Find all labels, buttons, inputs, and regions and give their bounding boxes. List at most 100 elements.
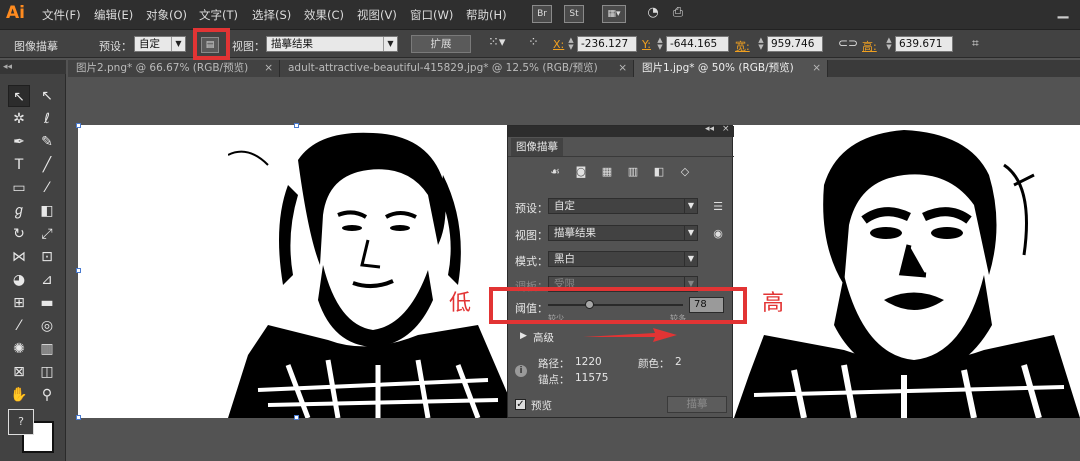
panel-mode-dropdown[interactable]: 黑白 ▼ [548, 251, 698, 267]
black-and-white-icon[interactable]: ◧ [652, 166, 666, 178]
eraser-tool-icon[interactable]: ◧ [36, 200, 58, 222]
symbol-sprayer-tool-icon[interactable]: ✺ [8, 338, 30, 360]
menu-object[interactable]: 对象(O) [146, 7, 187, 23]
direct-selection-tool-icon[interactable]: ↖ [36, 85, 58, 107]
width-tool-icon[interactable]: ⋈ [8, 246, 30, 268]
gradient-tool-icon[interactable]: ▬ [36, 292, 58, 314]
artboard-tool-icon[interactable]: ⊠ [8, 361, 30, 383]
selection-handle[interactable] [76, 268, 81, 273]
column-graph-tool-icon[interactable]: ▥ [36, 338, 58, 360]
blend-tool-icon[interactable]: ◎ [36, 315, 58, 337]
preview-checkbox[interactable]: ✓ [515, 399, 526, 410]
transform-grid-icon[interactable]: ⁘ [528, 35, 539, 50]
view-value: 描摹结果 [271, 38, 313, 50]
grayscale-icon[interactable]: ▥ [626, 166, 640, 178]
paintbrush-tool-icon[interactable]: ⁄ [36, 177, 58, 199]
low-color-icon[interactable]: ▦ [600, 166, 614, 178]
expand-button[interactable]: 扩展 [411, 35, 471, 53]
w-field[interactable]: 959.746 [767, 36, 823, 52]
rotate-tool-icon[interactable]: ↻ [8, 223, 30, 245]
annotation-high: 高 [762, 291, 785, 316]
chevron-down-icon: ▼ [383, 37, 397, 51]
hand-tool-icon[interactable]: ✋ [8, 384, 30, 406]
preset-label: 预设： [99, 40, 132, 53]
selection-handle[interactable] [76, 415, 81, 420]
slice-tool-icon[interactable]: ◫ [36, 361, 58, 383]
menu-view[interactable]: 视图(V) [357, 7, 397, 23]
x-stepper-icon[interactable]: ▲ ▼ [567, 37, 575, 51]
w-stepper-icon[interactable]: ▲ ▼ [757, 37, 765, 51]
preset-menu-icon[interactable]: ☰ [711, 201, 725, 213]
advanced-label[interactable]: 高级 [533, 330, 554, 345]
auto-color-icon[interactable]: ☙ [548, 166, 562, 178]
mesh-tool-icon[interactable]: ⊞ [8, 292, 30, 314]
line-tool-icon[interactable]: ╱ [36, 154, 58, 176]
y-stepper-icon[interactable]: ▲ ▼ [656, 37, 664, 51]
panel-preset-dropdown[interactable]: 自定 ▼ [548, 198, 698, 214]
x-field[interactable]: -236.127 [577, 36, 637, 52]
shape-builder-tool-icon[interactable]: ◕ [8, 269, 30, 291]
toolbox-collapse-icon[interactable]: ◂◂ [0, 60, 66, 74]
zoom-tool-icon[interactable]: ⚲ [36, 384, 58, 406]
panel-preset-value: 自定 [554, 200, 575, 212]
selection-tool-icon[interactable]: ↖ [8, 85, 30, 107]
preset-dropdown[interactable]: 自定 ▼ [134, 36, 186, 52]
close-icon[interactable]: × [264, 60, 273, 77]
chevron-down-icon: ▼ [684, 226, 697, 240]
selection-handle[interactable] [294, 415, 299, 420]
y-label: Y: [642, 38, 651, 51]
tab-label: 图片2.png* @ 66.67% (RGB/预览) [76, 62, 249, 74]
menu-help[interactable]: 帮助(H) [466, 7, 507, 23]
pen-tool-icon[interactable]: ✒ [8, 131, 30, 153]
fill-swatch[interactable]: ? [8, 409, 34, 435]
menu-edit[interactable]: 编辑(E) [94, 7, 133, 23]
curvature-tool-icon[interactable]: ✎ [36, 131, 58, 153]
free-transform-tool-icon[interactable]: ⊡ [36, 246, 58, 268]
rectangle-tool-icon[interactable]: ▭ [8, 177, 30, 199]
selection-handle[interactable] [294, 123, 299, 128]
eyedropper-tool-icon[interactable]: ⁄ [8, 315, 30, 337]
view-dropdown[interactable]: 描摹结果 ▼ [266, 36, 398, 52]
constrain-proportions-icon[interactable]: ⊂⊃ [838, 36, 858, 50]
close-icon[interactable]: × [812, 60, 821, 77]
arrange-documents-icon[interactable]: ▦▾ [602, 5, 626, 23]
minimize-icon[interactable]: ▁ [1046, 0, 1080, 22]
panel-tab-title[interactable]: 图像描摹 [511, 138, 563, 156]
scale-tool-icon[interactable]: ⤢ [36, 223, 58, 245]
bridge-icon[interactable]: Br [532, 5, 552, 23]
high-color-icon[interactable]: ◙ [574, 166, 588, 178]
outline-icon[interactable]: ◇ [678, 166, 692, 178]
stock-icon[interactable]: St [564, 5, 584, 23]
selection-handle[interactable] [76, 123, 81, 128]
menu-file[interactable]: 文件(F) [42, 7, 81, 23]
blob-brush-tool-icon[interactable]: ℊ [8, 200, 30, 222]
control-bar: 图像描摹 预设： 自定 ▼ ▤ 视图： 描摹结果 ▼ 扩展 ⁙▾ ⁘ X: ▲ ▼… [0, 30, 1080, 58]
trace-button[interactable]: 描摹 [667, 396, 727, 413]
h-label: 高: [862, 40, 877, 53]
perspective-grid-tool-icon[interactable]: ⊿ [36, 269, 58, 291]
h-field[interactable]: 639.671 [895, 36, 953, 52]
menu-effect[interactable]: 效果(C) [304, 7, 344, 23]
magic-wand-tool-icon[interactable]: ✲ [8, 108, 30, 130]
close-icon[interactable]: × [722, 124, 730, 134]
type-tool-icon[interactable]: T [8, 154, 30, 176]
menu-window[interactable]: 窗口(W) [410, 7, 453, 23]
gpu-performance-icon[interactable]: ◔ [643, 5, 663, 23]
y-field[interactable]: -644.165 [666, 36, 729, 52]
advanced-toggle-icon[interactable]: ▶ [520, 331, 527, 341]
close-icon[interactable]: × [618, 60, 627, 77]
menu-select[interactable]: 选择(S) [252, 7, 291, 23]
h-stepper-icon[interactable]: ▲ ▼ [885, 37, 893, 51]
panel-header: ◂◂ × [508, 124, 734, 137]
transform-icon[interactable]: ⌗ [972, 36, 979, 51]
eye-icon[interactable]: ◉ [711, 228, 725, 240]
reference-point-icon[interactable]: ⁙▾ [488, 35, 505, 50]
collapse-icon[interactable]: ◂◂ [705, 124, 714, 134]
panel-view-dropdown[interactable]: 描摹结果 ▼ [548, 225, 698, 241]
lasso-tool-icon[interactable]: ℓ [36, 108, 58, 130]
tab-image1[interactable]: 图片1.jpg* @ 50% (RGB/预览) × [634, 60, 828, 77]
menu-type[interactable]: 文字(T) [199, 7, 238, 23]
touch-workspace-icon[interactable]: ⎙ [668, 5, 688, 23]
tab-image2[interactable]: 图片2.png* @ 66.67% (RGB/预览) × [68, 60, 280, 77]
tab-adult-attractive[interactable]: adult-attractive-beautiful-415829.jpg* @… [280, 60, 634, 77]
